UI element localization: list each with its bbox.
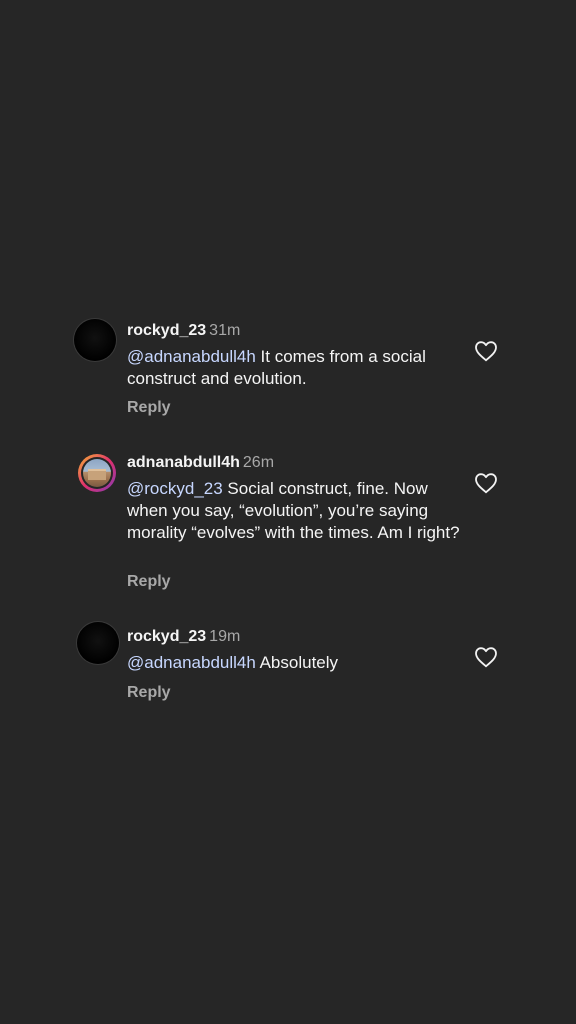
comment-time: 26m bbox=[242, 454, 275, 471]
comment-mention[interactable]: @adnanabdull4h bbox=[127, 347, 256, 366]
comment-meta: adnanabdull4h 26m bbox=[127, 453, 274, 473]
comment-username[interactable]: adnanabdull4h bbox=[127, 454, 240, 471]
comment-time: 31m bbox=[209, 322, 241, 339]
avatar-photo bbox=[83, 459, 111, 487]
like-button[interactable] bbox=[474, 340, 498, 362]
reply-button[interactable]: Reply bbox=[127, 683, 171, 703]
comment-text: @rockyd_23 Social construct, fine. Now w… bbox=[127, 478, 467, 544]
like-button[interactable] bbox=[474, 646, 498, 668]
avatar[interactable] bbox=[78, 454, 116, 492]
avatar-building bbox=[88, 469, 106, 480]
heart-outline-icon bbox=[475, 647, 497, 668]
heart-outline-icon bbox=[475, 341, 497, 362]
comment-username[interactable]: rockyd_23 bbox=[127, 322, 206, 339]
comment-mention[interactable]: @adnanabdull4h bbox=[127, 653, 256, 672]
comment-meta: rockyd_23 19m bbox=[127, 627, 240, 647]
comment-text: @adnanabdull4h It comes from a social co… bbox=[127, 346, 467, 390]
avatar[interactable] bbox=[77, 622, 119, 664]
comment-text: @adnanabdull4h Absolutely bbox=[127, 652, 467, 674]
reply-button[interactable]: Reply bbox=[127, 572, 171, 592]
heart-outline-icon bbox=[475, 473, 497, 494]
avatar[interactable] bbox=[74, 319, 116, 361]
comment-username[interactable]: rockyd_23 bbox=[127, 628, 206, 645]
comment-mention[interactable]: @rockyd_23 bbox=[127, 479, 223, 498]
like-button[interactable] bbox=[474, 472, 498, 494]
comment-body: Absolutely bbox=[255, 653, 339, 672]
avatar-ring-gap bbox=[81, 457, 113, 489]
comment-time: 19m bbox=[209, 628, 241, 645]
comment-meta: rockyd_23 31m bbox=[127, 321, 240, 341]
reply-button[interactable]: Reply bbox=[127, 398, 171, 418]
